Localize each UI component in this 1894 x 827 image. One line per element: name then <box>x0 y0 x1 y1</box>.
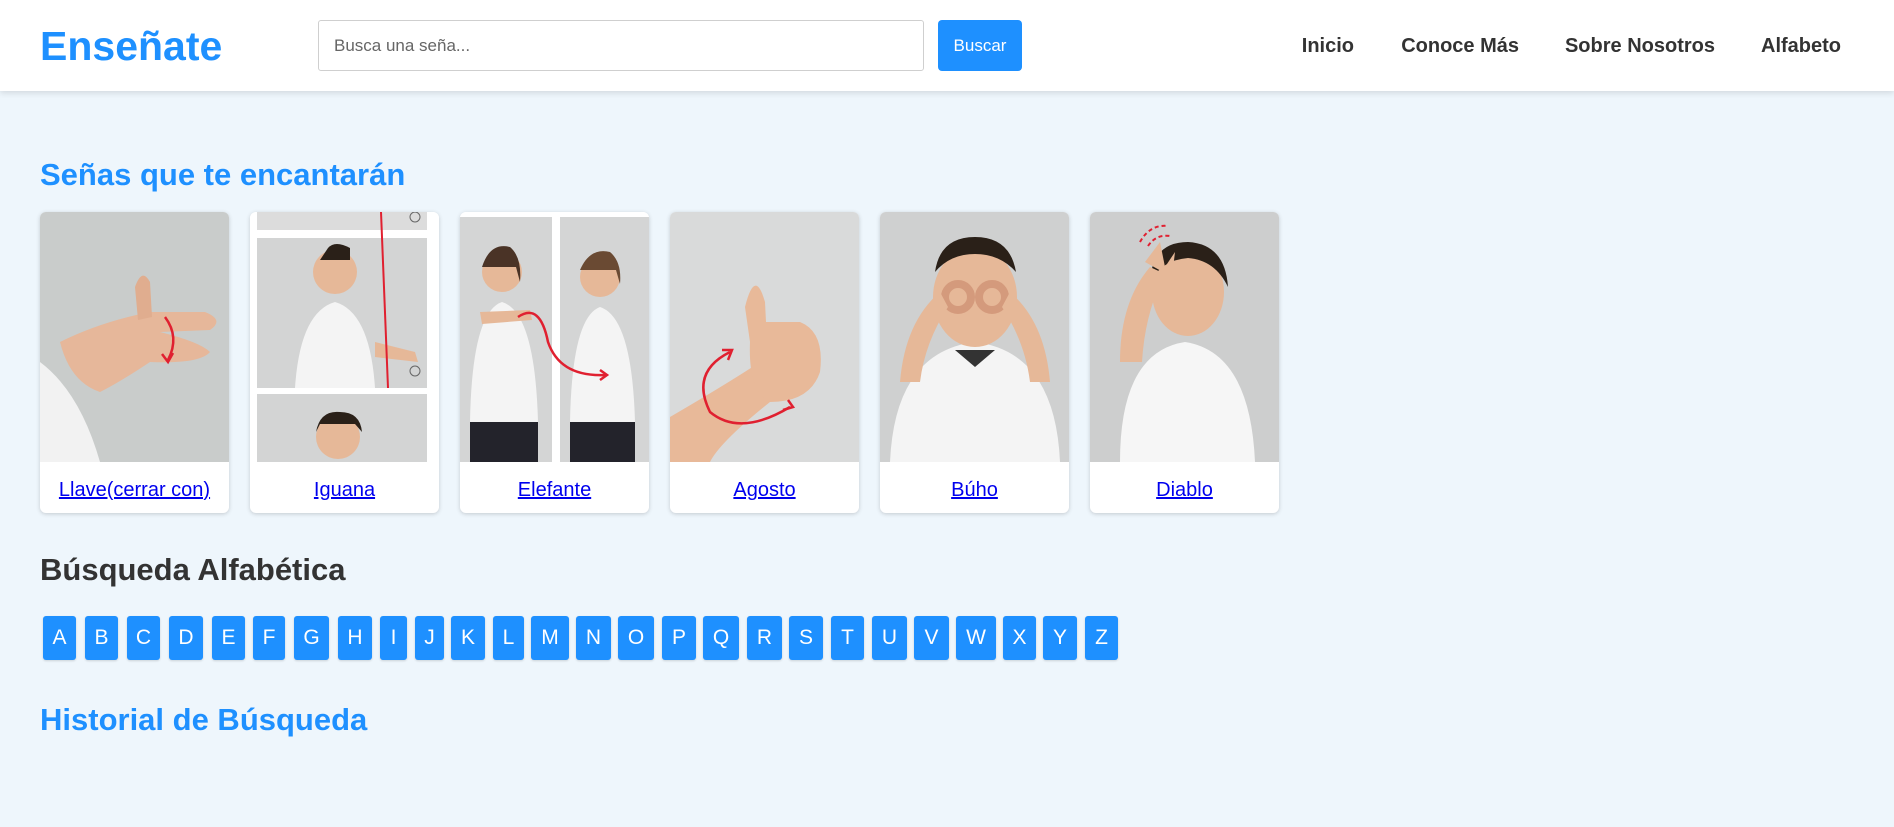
search-button[interactable]: Buscar <box>938 20 1022 71</box>
letter-button-f[interactable]: F <box>253 616 285 660</box>
letter-button-e[interactable]: E <box>212 616 245 660</box>
sign-card[interactable]: Agosto <box>670 212 859 513</box>
sign-image-buho <box>880 212 1069 462</box>
letter-button-q[interactable]: Q <box>703 616 739 660</box>
history-title: Historial de Búsqueda <box>40 702 368 737</box>
letter-button-m[interactable]: M <box>531 616 569 660</box>
letter-button-c[interactable]: C <box>127 616 160 660</box>
sign-link-buho[interactable]: Búho <box>880 478 1069 502</box>
letter-button-r[interactable]: R <box>747 616 782 660</box>
sign-card[interactable]: Iguana <box>250 212 439 513</box>
sign-link-diablo[interactable]: Diablo <box>1090 478 1279 502</box>
sign-card[interactable]: Diablo <box>1090 212 1279 513</box>
letter-button-s[interactable]: S <box>789 616 823 660</box>
sign-link-agosto[interactable]: Agosto <box>670 478 859 502</box>
nav-sobre-nosotros[interactable]: Sobre Nosotros <box>1565 33 1715 59</box>
letter-button-h[interactable]: H <box>338 616 372 660</box>
sign-link-llave[interactable]: Llave(cerrar con) <box>40 478 229 502</box>
sign-link-iguana[interactable]: Iguana <box>250 478 439 502</box>
letter-button-l[interactable]: L <box>493 616 524 660</box>
sign-image-agosto <box>670 212 859 462</box>
sign-card[interactable]: Elefante <box>460 212 649 513</box>
letter-button-b[interactable]: B <box>85 616 118 660</box>
letter-button-k[interactable]: K <box>451 616 485 660</box>
top-header: Enseñate Buscar Inicio Conoce Más Sobre … <box>0 0 1894 91</box>
nav-inicio[interactable]: Inicio <box>1302 33 1354 59</box>
letter-button-d[interactable]: D <box>169 616 203 660</box>
letter-button-v[interactable]: V <box>914 616 949 660</box>
letter-button-p[interactable]: P <box>662 616 696 660</box>
featured-title: Señas que te encantarán <box>40 157 406 192</box>
letter-button-o[interactable]: O <box>618 616 654 660</box>
sign-image-iguana <box>250 212 439 462</box>
sign-card[interactable]: Llave(cerrar con) <box>40 212 229 513</box>
letter-button-g[interactable]: G <box>294 616 329 660</box>
letter-button-w[interactable]: W <box>956 616 996 660</box>
sign-card[interactable]: Búho <box>880 212 1069 513</box>
search-input[interactable] <box>318 20 924 71</box>
letter-button-j[interactable]: J <box>415 616 444 660</box>
letter-button-z[interactable]: Z <box>1085 616 1118 660</box>
letter-button-y[interactable]: Y <box>1043 616 1077 660</box>
sign-link-elefante[interactable]: Elefante <box>460 478 649 502</box>
nav-conoce-mas[interactable]: Conoce Más <box>1401 33 1519 59</box>
letter-button-x[interactable]: X <box>1003 616 1036 660</box>
nav-alfabeto[interactable]: Alfabeto <box>1761 33 1841 59</box>
letter-button-t[interactable]: T <box>831 616 864 660</box>
letter-button-i[interactable]: I <box>380 616 407 660</box>
site-logo[interactable]: Enseñate <box>40 22 222 70</box>
letter-button-a[interactable]: A <box>43 616 76 660</box>
alphabet-title: Búsqueda Alfabética <box>40 552 346 587</box>
sign-image-elefante <box>460 212 649 462</box>
sign-image-diablo <box>1090 212 1279 462</box>
letter-button-n[interactable]: N <box>576 616 611 660</box>
sign-image-llave <box>40 212 229 462</box>
letter-button-u[interactable]: U <box>872 616 907 660</box>
